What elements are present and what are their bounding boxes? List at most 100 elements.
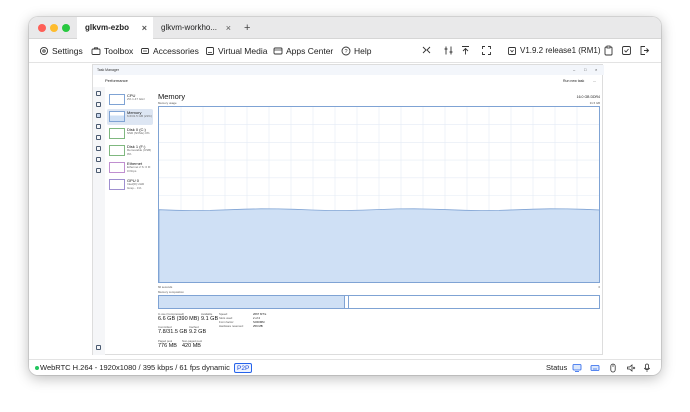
performance-icon[interactable]: [96, 113, 101, 118]
gpu-thumbnail: [109, 179, 125, 190]
version-label: V1.9.2 release1 (RM1): [520, 46, 601, 55]
memory-max-label: 31.5 GB: [589, 101, 600, 105]
logout-icon[interactable]: [639, 45, 650, 56]
stream-info: WebRTC H.264 - 1920x1080 / 395 kbps / 61…: [40, 363, 230, 372]
memory-usage-graph: [158, 106, 600, 283]
mouse-icon[interactable]: [608, 363, 618, 373]
memory-size: 16.0 GB DDR4: [576, 95, 600, 99]
check-icon[interactable]: [621, 45, 632, 56]
menu-label: Toolbox: [104, 46, 134, 56]
tab-close-icon[interactable]: ×: [142, 17, 147, 39]
toolbox-icon: [91, 47, 101, 55]
sidebar-item-sub: Ethernet 2 S: 0 R: 0 Kbps: [127, 166, 151, 173]
close-window-dot[interactable]: [38, 24, 46, 32]
stat-value: 7.8/31.5 GB: [158, 329, 188, 335]
status-label[interactable]: Status: [546, 360, 567, 375]
task-manager-window: Task Manager – □ × Performance Run new t…: [92, 64, 604, 355]
stat-value: 6.6 GB (390 MB): [158, 316, 200, 322]
app-history-icon[interactable]: [96, 124, 101, 129]
gear-icon: [39, 46, 49, 56]
monitor-icon[interactable]: [572, 363, 582, 373]
device-icon: [508, 47, 516, 55]
spec-value: 259 MB: [253, 324, 263, 328]
menu-label: Settings: [52, 46, 83, 56]
accessories-icon: [141, 48, 149, 54]
memory-title: Memory: [158, 92, 186, 101]
performance-sidebar: CPU 2% 1.47 GHz Memory 6.6/31.5 GB (21%)…: [105, 87, 157, 355]
tab-label: glkvm-ezbo: [85, 23, 130, 32]
details-icon[interactable]: [96, 157, 101, 162]
clipboard-icon[interactable]: [603, 45, 614, 56]
svg-text:?: ?: [344, 49, 347, 55]
processes-icon[interactable]: [96, 102, 101, 107]
menu-label: Apps Center: [286, 46, 334, 56]
apps-icon: [273, 47, 283, 55]
minimize-window-dot[interactable]: [50, 24, 58, 32]
menu-toolbox[interactable]: Toolbox: [91, 39, 133, 63]
speaker-muted-icon[interactable]: [626, 363, 636, 373]
menu-virtual-media[interactable]: Virtual Media: [205, 39, 267, 63]
menu-settings[interactable]: Settings: [39, 39, 83, 63]
menu-apps-center[interactable]: Apps Center: [273, 39, 333, 63]
disk-thumbnail: [109, 145, 125, 156]
firmware-version[interactable]: V1.9.2 release1 (RM1): [507, 39, 600, 63]
sidebar-item-disk-1[interactable]: Disk 1 (F:) Removable (USB) 0%: [107, 143, 153, 159]
microphone-icon[interactable]: [642, 363, 652, 373]
fullscreen-icon[interactable]: [481, 45, 492, 56]
menu-label: Virtual Media: [218, 46, 268, 56]
menu-label: Accessories: [153, 46, 199, 56]
memory-composition-label: Memory composition: [158, 290, 184, 294]
sidebar-item-disk-0[interactable]: Disk 0 (C:) SSD (NVMe) 0%: [107, 126, 153, 142]
menu-accessories[interactable]: Accessories: [140, 39, 199, 63]
sidebar-item-cpu[interactable]: CPU 2% 1.47 GHz: [107, 92, 153, 108]
cpu-thumbnail: [109, 94, 125, 105]
keyboard-icon[interactable]: [590, 363, 600, 373]
services-icon[interactable]: [96, 168, 101, 173]
time-axis-left: 60 seconds: [158, 285, 173, 289]
time-axis-right: 0: [598, 285, 600, 289]
status-bar: WebRTC H.264 - 1920x1080 / 395 kbps / 61…: [29, 359, 661, 375]
memory-panel: Memory 16.0 GB DDR4 Memory usage 31.5 GB: [157, 87, 603, 355]
tab-label: glkvm-workho...: [161, 23, 218, 32]
stat-value: 9.1 GB: [201, 316, 219, 322]
sidebar-item-sub: Removable (USB) 0%: [127, 149, 152, 156]
sliders-icon[interactable]: [443, 45, 454, 56]
maximize-button[interactable]: □: [584, 65, 586, 75]
sidebar-item-ethernet[interactable]: Ethernet Ethernet 2 S: 0 R: 0 Kbps: [107, 160, 153, 176]
task-manager-title: Task Manager: [93, 65, 604, 75]
spec-label: Hardware reserved:: [219, 324, 244, 328]
tab-glkvm-ezbo[interactable]: glkvm-ezbo ×: [77, 17, 153, 39]
kvm-menu-bar: Settings Toolbox Accessories Virtual Med…: [29, 39, 661, 63]
sidebar-item-sub: 6.6/31.5 GB (21%): [127, 115, 152, 118]
remote-screen[interactable]: Task Manager – □ × Performance Run new t…: [29, 63, 661, 359]
browser-window: glkvm-ezbo × glkvm-workho... × + Setting…: [29, 17, 661, 375]
scale-icon[interactable]: [421, 45, 432, 56]
startup-icon[interactable]: [96, 135, 101, 140]
close-button[interactable]: ×: [595, 65, 597, 75]
disk-thumbnail: [109, 128, 125, 139]
sidebar-item-memory[interactable]: Memory 6.6/31.5 GB (21%): [107, 109, 153, 125]
p2p-badge: P2P: [234, 363, 253, 373]
memory-graph-svg: [159, 107, 599, 282]
more-button[interactable]: ...: [593, 75, 596, 87]
zoom-window-dot[interactable]: [62, 24, 70, 32]
minimize-button[interactable]: –: [573, 65, 575, 75]
menu-icon[interactable]: [96, 91, 101, 96]
sidebar-item-sub: Intel(R) UHD Grap... 1%: [127, 183, 145, 190]
sidebar-item-gpu[interactable]: GPU 0 Intel(R) UHD Grap... 1%: [107, 177, 153, 193]
memory-usage-area: [159, 208, 599, 282]
composition-in-use: [159, 296, 345, 308]
performance-header: Performance Run new task ...: [93, 75, 604, 87]
memory-thumbnail: [109, 111, 125, 122]
stat-value: 420 MB: [182, 343, 201, 349]
sidebar-item-sub: SSD (NVMe) 0%: [127, 132, 150, 135]
upload-icon[interactable]: [460, 45, 471, 56]
menu-help[interactable]: ? Help: [341, 39, 371, 63]
new-tab-button[interactable]: +: [244, 17, 250, 39]
settings-icon[interactable]: [96, 345, 101, 350]
tab-glkvm-workho[interactable]: glkvm-workho... ×: [153, 17, 237, 39]
run-new-task-button[interactable]: Run new task: [563, 75, 584, 87]
stat-value: 776 MB: [158, 343, 177, 349]
tab-close-icon[interactable]: ×: [226, 17, 231, 39]
users-icon[interactable]: [96, 146, 101, 151]
